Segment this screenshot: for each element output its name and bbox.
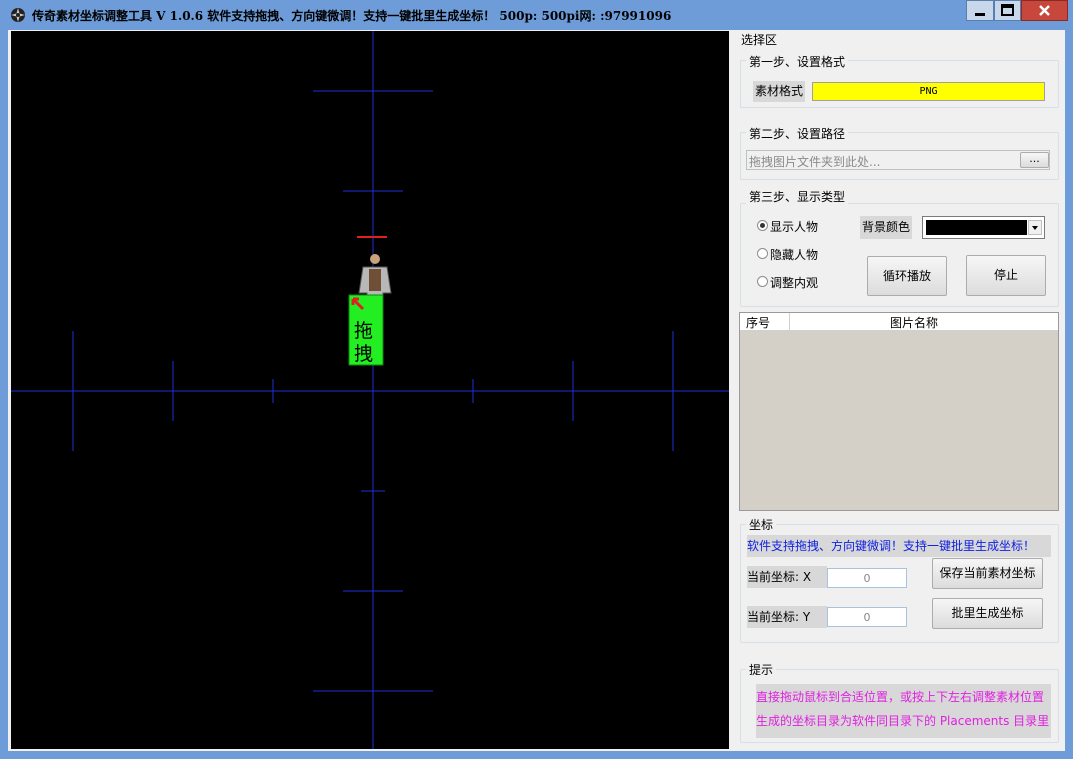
radio-adjust-inner[interactable] [757, 276, 768, 287]
column-divider [789, 313, 790, 330]
path-placeholder: 拖拽图片文件夹到此处... [749, 155, 881, 169]
app-window: 传奇素材坐标调整工具 V 1.0.6 软件支持拖拽、方向键微调！支持一键批里生成… [0, 0, 1073, 759]
maximize-button[interactable] [994, 0, 1021, 21]
radio-show-character-label[interactable]: 显示人物 [770, 218, 818, 235]
browse-button[interactable]: ... [1020, 152, 1049, 168]
save-coords-button[interactable]: 保存当前素材坐标 [932, 558, 1043, 589]
drag-handle-label-2[interactable]: 拽 [354, 339, 373, 366]
radio-show-character[interactable] [757, 220, 768, 231]
file-list[interactable]: 序号 图片名称 [739, 312, 1059, 511]
minimize-icon [975, 13, 985, 16]
coords-title: 坐标 [746, 516, 777, 533]
radio-hide-character-label[interactable]: 隐藏人物 [770, 246, 818, 263]
x-label: 当前坐标: X [747, 566, 827, 588]
window-title: 传奇素材坐标调整工具 V 1.0.6 软件支持拖拽、方向键微调！支持一键批里生成… [32, 9, 672, 23]
close-icon [1039, 5, 1050, 16]
path-input[interactable]: 拖拽图片文件夹到此处... [746, 150, 1050, 170]
chevron-down-icon[interactable] [1028, 220, 1042, 235]
format-value: PNG [919, 86, 938, 97]
tip-line-1: 直接拖动鼠标到合适位置，或按上下左右调整素材位置 [756, 690, 1045, 704]
close-button[interactable] [1021, 0, 1068, 21]
list-header: 序号 图片名称 [740, 313, 1058, 331]
format-select[interactable]: PNG [812, 82, 1045, 101]
bg-color-select[interactable] [922, 216, 1045, 239]
loop-play-button[interactable]: 循环播放 [867, 256, 947, 296]
tip-line-2: 生成的坐标目录为软件同目录下的 Placements 目录里 [756, 714, 1050, 728]
preview-canvas[interactable]: 拖 拽 [11, 31, 729, 749]
step3-title: 第三步、显示类型 [746, 188, 849, 205]
client-area: 拖 拽 选择区 第一步、设置格式 素材格式 PNG 第二步、设置路径 拖拽图片文… [8, 30, 1065, 751]
maximize-icon [1001, 4, 1014, 16]
step2-title: 第二步、设置路径 [746, 125, 849, 142]
step1-title: 第一步、设置格式 [746, 53, 849, 70]
radio-adjust-inner-label[interactable]: 调整内观 [770, 274, 818, 291]
bg-color-label: 背景颜色 [860, 216, 913, 239]
format-label: 素材格式 [753, 81, 806, 102]
radio-hide-character[interactable] [757, 248, 768, 259]
crosshair-grid [11, 31, 729, 749]
minimize-button[interactable] [966, 0, 994, 21]
title-bar[interactable]: 传奇素材坐标调整工具 V 1.0.6 软件支持拖拽、方向键微调！支持一键批里生成… [0, 0, 1073, 30]
batch-generate-button[interactable]: 批里生成坐标 [932, 598, 1043, 629]
y-value-field[interactable]: 0 [827, 607, 907, 627]
column-header-index[interactable]: 序号 [746, 314, 770, 331]
tips-title: 提示 [746, 661, 777, 678]
stop-button[interactable]: 停止 [966, 255, 1046, 296]
tips-box: 直接拖动鼠标到合适位置，或按上下左右调整素材位置 生成的坐标目录为软件同目录下的… [756, 684, 1051, 738]
coords-notice: 软件支持拖拽、方向键微调！支持一键批里生成坐标！ [747, 535, 1051, 557]
bg-color-swatch [926, 220, 1027, 235]
panel-title: 选择区 [741, 33, 778, 47]
control-panel: 选择区 第一步、设置格式 素材格式 PNG 第二步、设置路径 拖拽图片文件夹到此… [739, 30, 1065, 751]
y-label: 当前坐标: Y [747, 606, 827, 628]
app-icon [11, 8, 25, 22]
x-value-field[interactable]: 0 [827, 568, 907, 588]
column-header-name[interactable]: 图片名称 [890, 314, 938, 331]
